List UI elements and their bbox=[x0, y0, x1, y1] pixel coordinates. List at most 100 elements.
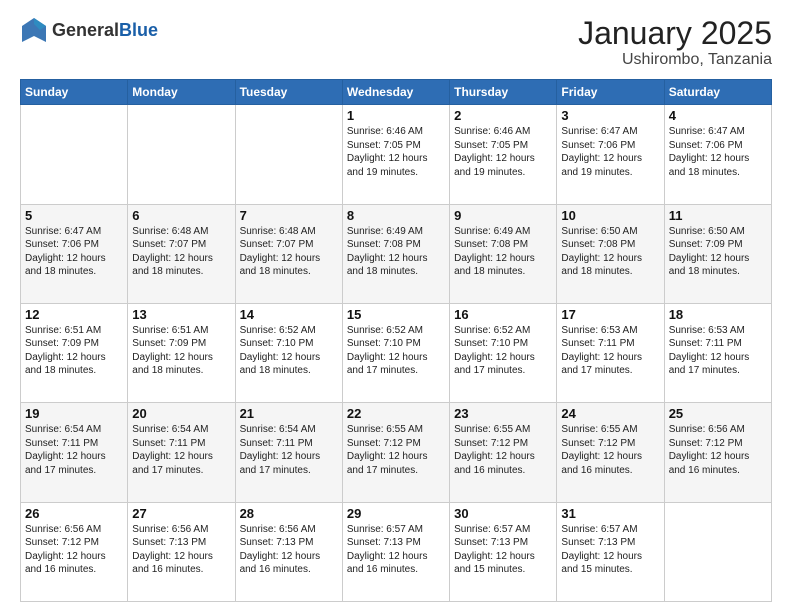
calendar-cell: 28 Sunrise: 6:56 AM Sunset: 7:13 PM Dayli… bbox=[235, 502, 342, 601]
day-info: Sunrise: 6:54 AM Sunset: 7:11 PM Dayligh… bbox=[25, 423, 123, 477]
calendar-cell: 30 Sunrise: 6:57 AM Sunset: 7:13 PM Dayli… bbox=[450, 502, 557, 601]
calendar-cell: 5 Sunrise: 6:47 AM Sunset: 7:06 PM Daylig… bbox=[21, 204, 128, 303]
day-number: 19 bbox=[25, 406, 123, 421]
calendar-cell bbox=[21, 105, 128, 204]
day-info: Sunrise: 6:51 AM Sunset: 7:09 PM Dayligh… bbox=[25, 324, 123, 378]
day-info: Sunrise: 6:56 AM Sunset: 7:12 PM Dayligh… bbox=[25, 523, 123, 577]
day-info: Sunrise: 6:57 AM Sunset: 7:13 PM Dayligh… bbox=[454, 523, 552, 577]
day-info: Sunrise: 6:50 AM Sunset: 7:09 PM Dayligh… bbox=[669, 225, 767, 279]
day-number: 26 bbox=[25, 506, 123, 521]
day-info: Sunrise: 6:55 AM Sunset: 7:12 PM Dayligh… bbox=[454, 423, 552, 477]
logo-icon bbox=[20, 16, 48, 44]
day-info: Sunrise: 6:54 AM Sunset: 7:11 PM Dayligh… bbox=[240, 423, 338, 477]
day-number: 22 bbox=[347, 406, 445, 421]
calendar-table: SundayMondayTuesdayWednesdayThursdayFrid… bbox=[20, 79, 772, 602]
calendar-cell: 13Sunrise: 6:51 AM Sunset: 7:09 PM Dayli… bbox=[128, 303, 235, 402]
day-number: 28 bbox=[240, 506, 338, 521]
location-title: Ushirombo, Tanzania bbox=[578, 51, 772, 69]
calendar-cell: 29 Sunrise: 6:57 AM Sunset: 7:13 PM Dayli… bbox=[342, 502, 449, 601]
day-info: Sunrise: 6:56 AM Sunset: 7:13 PM Dayligh… bbox=[240, 523, 338, 577]
day-number: 24 bbox=[561, 406, 659, 421]
day-info: Sunrise: 6:48 AM Sunset: 7:07 PM Dayligh… bbox=[240, 225, 338, 279]
calendar-cell: 7 Sunrise: 6:48 AM Sunset: 7:07 PM Daylig… bbox=[235, 204, 342, 303]
weekday-header-sunday: Sunday bbox=[21, 80, 128, 105]
calendar-cell: 18 Sunrise: 6:53 AM Sunset: 7:11 PM Dayli… bbox=[664, 303, 771, 402]
week-row-2: 5 Sunrise: 6:47 AM Sunset: 7:06 PM Daylig… bbox=[21, 204, 772, 303]
calendar-cell: 4 Sunrise: 6:47 AM Sunset: 7:06 PM Daylig… bbox=[664, 105, 771, 204]
week-row-5: 26 Sunrise: 6:56 AM Sunset: 7:12 PM Dayli… bbox=[21, 502, 772, 601]
day-number: 1 bbox=[347, 108, 445, 123]
calendar-cell: 21 Sunrise: 6:54 AM Sunset: 7:11 PM Dayli… bbox=[235, 403, 342, 502]
calendar-cell: 26 Sunrise: 6:56 AM Sunset: 7:12 PM Dayli… bbox=[21, 502, 128, 601]
weekday-header-monday: Monday bbox=[128, 80, 235, 105]
calendar-cell: 27 Sunrise: 6:56 AM Sunset: 7:13 PM Dayli… bbox=[128, 502, 235, 601]
day-number: 30 bbox=[454, 506, 552, 521]
day-number: 16 bbox=[454, 307, 552, 322]
day-number: 6 bbox=[132, 208, 230, 223]
day-number: 11 bbox=[669, 208, 767, 223]
calendar-cell: 2Sunrise: 6:46 AM Sunset: 7:05 PM Daylig… bbox=[450, 105, 557, 204]
day-info: Sunrise: 6:57 AM Sunset: 7:13 PM Dayligh… bbox=[561, 523, 659, 577]
day-info: Sunrise: 6:47 AM Sunset: 7:06 PM Dayligh… bbox=[669, 125, 767, 179]
day-number: 10 bbox=[561, 208, 659, 223]
day-number: 21 bbox=[240, 406, 338, 421]
calendar-cell bbox=[235, 105, 342, 204]
weekday-header-tuesday: Tuesday bbox=[235, 80, 342, 105]
calendar-cell: 8 Sunrise: 6:49 AM Sunset: 7:08 PM Daylig… bbox=[342, 204, 449, 303]
day-info: Sunrise: 6:52 AM Sunset: 7:10 PM Dayligh… bbox=[347, 324, 445, 378]
day-info: Sunrise: 6:53 AM Sunset: 7:11 PM Dayligh… bbox=[561, 324, 659, 378]
day-info: Sunrise: 6:57 AM Sunset: 7:13 PM Dayligh… bbox=[347, 523, 445, 577]
header: GeneralBlue January 2025 Ushirombo, Tanz… bbox=[20, 16, 772, 69]
weekday-header-friday: Friday bbox=[557, 80, 664, 105]
day-info: Sunrise: 6:47 AM Sunset: 7:06 PM Dayligh… bbox=[561, 125, 659, 179]
day-number: 27 bbox=[132, 506, 230, 521]
calendar-cell: 1 Sunrise: 6:46 AM Sunset: 7:05 PM Daylig… bbox=[342, 105, 449, 204]
day-info: Sunrise: 6:46 AM Sunset: 7:05 PM Dayligh… bbox=[347, 125, 445, 179]
calendar-cell: 11 Sunrise: 6:50 AM Sunset: 7:09 PM Dayli… bbox=[664, 204, 771, 303]
calendar-cell: 16 Sunrise: 6:52 AM Sunset: 7:10 PM Dayli… bbox=[450, 303, 557, 402]
day-number: 29 bbox=[347, 506, 445, 521]
calendar-cell: 10 Sunrise: 6:50 AM Sunset: 7:08 PM Dayli… bbox=[557, 204, 664, 303]
day-info: Sunrise: 6:56 AM Sunset: 7:13 PM Dayligh… bbox=[132, 523, 230, 577]
calendar-cell: 25Sunrise: 6:56 AM Sunset: 7:12 PM Dayli… bbox=[664, 403, 771, 502]
weekday-header-saturday: Saturday bbox=[664, 80, 771, 105]
day-info: Sunrise: 6:46 AM Sunset: 7:05 PM Dayligh… bbox=[454, 125, 552, 179]
month-title: January 2025 bbox=[578, 16, 772, 51]
day-number: 12 bbox=[25, 307, 123, 322]
day-number: 31 bbox=[561, 506, 659, 521]
day-number: 5 bbox=[25, 208, 123, 223]
day-info: Sunrise: 6:49 AM Sunset: 7:08 PM Dayligh… bbox=[347, 225, 445, 279]
logo-blue: Blue bbox=[119, 20, 158, 40]
day-number: 18 bbox=[669, 307, 767, 322]
calendar-cell: 14Sunrise: 6:52 AM Sunset: 7:10 PM Dayli… bbox=[235, 303, 342, 402]
day-info: Sunrise: 6:52 AM Sunset: 7:10 PM Dayligh… bbox=[240, 324, 338, 378]
week-row-1: 1 Sunrise: 6:46 AM Sunset: 7:05 PM Daylig… bbox=[21, 105, 772, 204]
day-number: 4 bbox=[669, 108, 767, 123]
day-info: Sunrise: 6:49 AM Sunset: 7:08 PM Dayligh… bbox=[454, 225, 552, 279]
week-row-4: 19 Sunrise: 6:54 AM Sunset: 7:11 PM Dayli… bbox=[21, 403, 772, 502]
calendar-cell: 15Sunrise: 6:52 AM Sunset: 7:10 PM Dayli… bbox=[342, 303, 449, 402]
day-info: Sunrise: 6:50 AM Sunset: 7:08 PM Dayligh… bbox=[561, 225, 659, 279]
day-number: 17 bbox=[561, 307, 659, 322]
calendar-cell bbox=[664, 502, 771, 601]
day-number: 7 bbox=[240, 208, 338, 223]
weekday-header-wednesday: Wednesday bbox=[342, 80, 449, 105]
day-info: Sunrise: 6:54 AM Sunset: 7:11 PM Dayligh… bbox=[132, 423, 230, 477]
day-info: Sunrise: 6:53 AM Sunset: 7:11 PM Dayligh… bbox=[669, 324, 767, 378]
day-number: 9 bbox=[454, 208, 552, 223]
day-info: Sunrise: 6:47 AM Sunset: 7:06 PM Dayligh… bbox=[25, 225, 123, 279]
page: GeneralBlue January 2025 Ushirombo, Tanz… bbox=[0, 0, 792, 612]
day-info: Sunrise: 6:55 AM Sunset: 7:12 PM Dayligh… bbox=[561, 423, 659, 477]
calendar-cell: 3 Sunrise: 6:47 AM Sunset: 7:06 PM Daylig… bbox=[557, 105, 664, 204]
calendar-cell: 20Sunrise: 6:54 AM Sunset: 7:11 PM Dayli… bbox=[128, 403, 235, 502]
day-number: 3 bbox=[561, 108, 659, 123]
calendar-cell: 9 Sunrise: 6:49 AM Sunset: 7:08 PM Daylig… bbox=[450, 204, 557, 303]
weekday-header-row: SundayMondayTuesdayWednesdayThursdayFrid… bbox=[21, 80, 772, 105]
day-info: Sunrise: 6:52 AM Sunset: 7:10 PM Dayligh… bbox=[454, 324, 552, 378]
day-info: Sunrise: 6:56 AM Sunset: 7:12 PM Dayligh… bbox=[669, 423, 767, 477]
week-row-3: 12 Sunrise: 6:51 AM Sunset: 7:09 PM Dayli… bbox=[21, 303, 772, 402]
day-info: Sunrise: 6:51 AM Sunset: 7:09 PM Dayligh… bbox=[132, 324, 230, 378]
title-block: January 2025 Ushirombo, Tanzania bbox=[578, 16, 772, 69]
day-number: 8 bbox=[347, 208, 445, 223]
calendar-cell: 6Sunrise: 6:48 AM Sunset: 7:07 PM Daylig… bbox=[128, 204, 235, 303]
